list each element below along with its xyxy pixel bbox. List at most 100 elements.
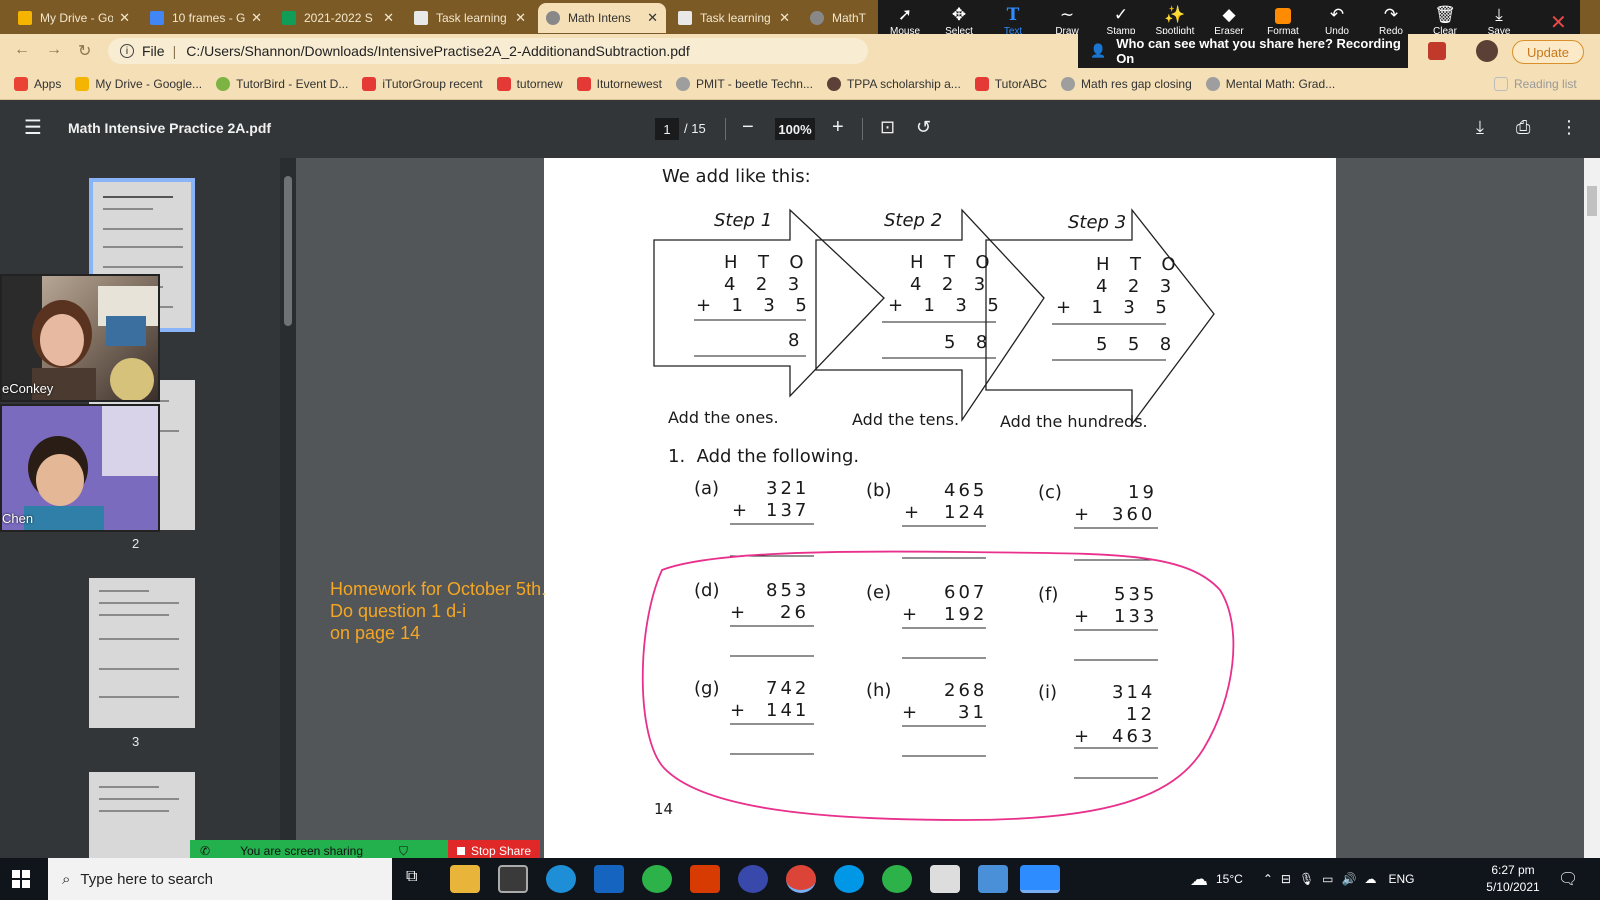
problem-i-top: 314 [1112,682,1156,703]
plus-sign: + [730,700,746,721]
tab-10-frames[interactable]: 10 frames - G ✕ [142,3,270,33]
close-tab-icon[interactable]: ✕ [515,10,526,26]
plus-sign: + [904,502,920,523]
microphone-icon[interactable]: 🎙 [1299,872,1314,886]
taskbar-search-input[interactable]: ⌕ Type here to search [48,858,392,900]
evernote-icon[interactable] [642,865,672,893]
chevron-up-icon[interactable]: ⌃ [1263,872,1273,886]
file-explorer-icon[interactable] [450,865,480,893]
tab-my-drive[interactable]: My Drive - Go ✕ [10,3,138,33]
tab-task-learning[interactable]: Task learning ✕ [406,3,534,33]
update-button[interactable]: Update [1512,40,1584,64]
zoom-input[interactable]: 100% [775,118,815,140]
bookmark-itutornewest[interactable]: Itutornewest [576,76,662,91]
problem-d-label: (d) [694,580,720,601]
onedrive-icon[interactable]: ☁ [1364,872,1376,886]
tab-matht[interactable]: MathT [802,3,876,33]
itutor-icon [362,76,377,91]
url-field[interactable]: i File | C:/Users/Shannon/Downloads/Inte… [108,38,868,64]
format-swatch-icon [1275,6,1291,26]
bookmark-itutorgroup[interactable]: iTutorGroup recent [362,76,483,91]
step-3-headers: H T O [1096,254,1179,275]
problem-g-bottom: 141 [766,700,810,721]
forward-icon[interactable]: → [46,41,62,59]
hamburger-menu-icon[interactable]: ☰ [24,118,42,138]
sidebar-scrollbar[interactable] [280,158,296,858]
extension-icon[interactable] [1428,42,1446,60]
edge-icon[interactable] [546,865,576,893]
system-clock[interactable]: 6:27 pm 5/10/2021 [1478,862,1548,896]
shield-icon: ⛉ [399,843,409,858]
google-drive-icon [75,76,90,91]
zoom-out-icon[interactable]: − [742,116,754,138]
page-number-input[interactable]: 1 [655,118,679,140]
page-thumbnail-4[interactable] [89,772,195,858]
bookmark-tppa[interactable]: TPPA scholarship a... [826,76,961,91]
reading-list[interactable]: Reading list [1494,76,1577,91]
homework-note-annotation: Homework for October 5th. Do question 1 … [330,579,547,643]
skype-icon[interactable] [834,865,864,893]
step-2-title: Step 2 [884,210,943,231]
windows-start-icon[interactable] [12,870,30,888]
main-scrollbar[interactable] [1584,158,1600,858]
more-options-icon[interactable]: ⋮ [1560,116,1578,138]
fit-page-icon[interactable]: ⊡ [880,116,895,138]
tab-math-intensive[interactable]: Math Intens ✕ [538,3,666,33]
tab-task-learning-2[interactable]: Task learning ✕ [670,3,798,33]
bookmark-tutornew[interactable]: tutornew [496,76,563,91]
rotate-icon[interactable]: ↺ [916,116,931,138]
problem-b-bottom: 124 [944,502,988,523]
move-icon: ✥ [951,4,967,24]
back-icon[interactable]: ← [14,41,30,59]
cloud-weather-icon[interactable]: ☁ [1190,869,1208,890]
info-icon[interactable]: i [120,44,134,58]
photos-icon[interactable] [978,865,1008,893]
problem-h-top: 268 [944,680,988,701]
bookmark-mental-math[interactable]: Mental Math: Grad... [1205,76,1335,91]
store-icon[interactable] [498,865,528,893]
tab-2021-2022[interactable]: 2021-2022 S ✕ [274,3,402,33]
video-tile-teacher[interactable]: eConkey [0,274,160,402]
volume-icon[interactable]: 🔊 [1342,872,1357,886]
battery-icon[interactable]: ▭ [1322,872,1333,886]
zoom-icon[interactable] [1020,865,1060,893]
download-icon[interactable]: ⤓ [1476,116,1484,138]
network-icon[interactable]: ⊟ [1281,872,1291,886]
bookmark-apps[interactable]: Apps [14,76,61,91]
bookmark-tutorbird[interactable]: TutorBird - Event D... [216,76,348,91]
chrome-icon[interactable] [786,865,816,893]
close-tab-icon[interactable]: ✕ [779,10,790,26]
problem-g-label: (g) [694,678,720,699]
step-1-top: 4 2 3 [724,274,803,295]
close-tab-icon[interactable]: ✕ [251,10,262,26]
share-visibility-notice[interactable]: 👤 Who can see what you share here? Recor… [1078,34,1408,68]
reading-list-icon [1494,76,1508,91]
zoom-in-icon[interactable]: + [832,116,844,138]
mail-icon[interactable] [594,865,624,893]
office-icon[interactable] [690,865,720,893]
reload-icon[interactable]: ↻ [78,41,91,61]
tutor-app-icon[interactable] [738,865,768,893]
itutor-icon [974,76,989,91]
profile-avatar[interactable] [1476,40,1498,62]
bookmark-tutorabc[interactable]: TutorABC [974,76,1047,91]
close-tab-icon[interactable]: ✕ [383,10,394,26]
close-tab-icon[interactable]: ✕ [119,10,130,26]
problem-f-label: (f) [1038,584,1059,605]
task-view-icon[interactable]: ⧉ [406,868,417,886]
close-toolbar-icon[interactable]: ✕ [1550,10,1567,35]
step-3-top: 4 2 3 [1096,276,1175,297]
bookmark-math-res[interactable]: Math res gap closing [1061,76,1192,91]
evernote-alt-icon[interactable] [882,865,912,893]
cards-game-icon[interactable] [930,865,960,893]
search-icon: ⌕ [62,870,71,888]
problem-h-label: (h) [866,680,892,701]
bookmark-my-drive[interactable]: My Drive - Google... [75,76,202,91]
step-3-result: 5 5 8 [1096,334,1175,355]
notifications-icon[interactable]: 🗨 [1558,869,1578,889]
bookmark-pmit[interactable]: PMIT - beetle Techn... [676,76,813,91]
close-tab-icon[interactable]: ✕ [647,10,658,26]
video-tile-student[interactable]: Chen [0,404,160,532]
print-icon[interactable]: ⎙ [1516,116,1530,138]
page-thumbnail-3[interactable] [89,578,195,728]
